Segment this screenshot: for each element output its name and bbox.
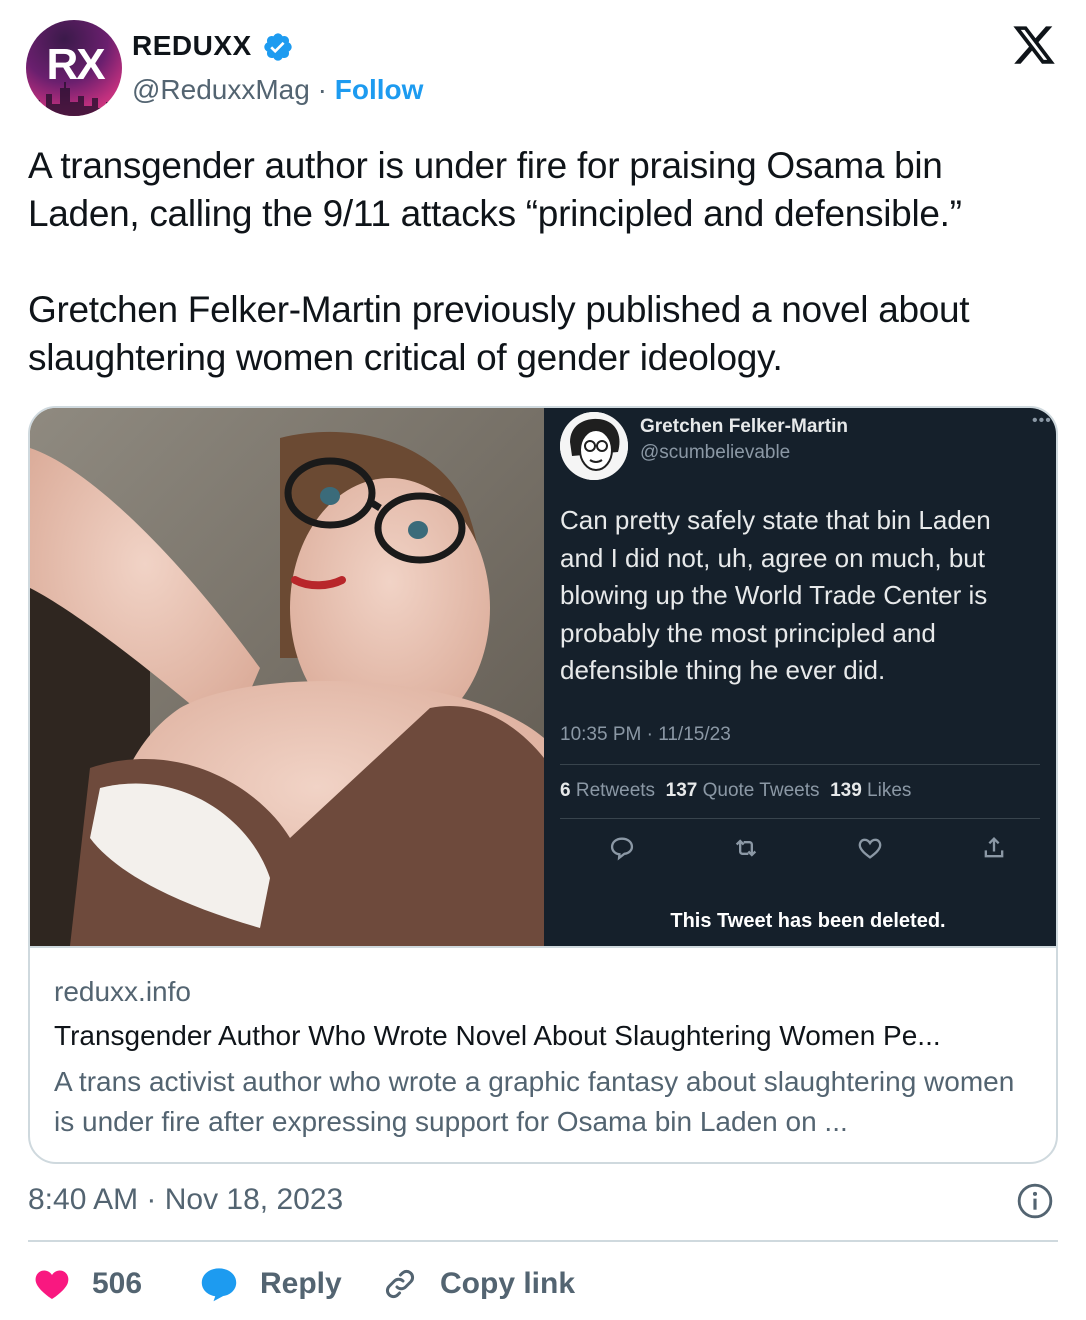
embedded-avatar-drawing	[560, 412, 628, 480]
embedded-author-handle: @scumbelievable	[640, 442, 791, 463]
author-photo	[30, 408, 544, 946]
like-button[interactable]: 506	[34, 1262, 142, 1306]
copy-link-label: Copy link	[440, 1267, 576, 1300]
embedded-tweet-screenshot: Gretchen Felker-Martin @scumbelievable •…	[544, 408, 1056, 946]
tweet-timestamp[interactable]: 8:40 AM · Nov 18, 2023	[28, 1183, 343, 1217]
embedded-avatar	[560, 412, 628, 480]
card-footer[interactable]: reduxx.info Transgender Author Who Wrote…	[30, 946, 1056, 1162]
more-options-icon: •••	[1032, 412, 1052, 429]
author-handle[interactable]: @ReduxxMag	[132, 74, 310, 105]
embedded-author-name: Gretchen Felker-Martin	[640, 416, 848, 437]
x-logo-icon[interactable]	[1010, 22, 1058, 68]
follow-button[interactable]: Follow	[335, 74, 424, 105]
link-icon	[386, 1270, 414, 1298]
quotes-count: 137	[665, 780, 698, 801]
embedded-like-icon	[858, 838, 882, 859]
embedded-tweet-text: Can pretty safely state that bin Laden a…	[560, 505, 991, 685]
reply-button[interactable]: Reply	[200, 1262, 342, 1306]
tweet-paragraph-1: A transgender author is under fire for p…	[28, 145, 962, 234]
embedded-divider-top	[560, 764, 1040, 765]
info-icon[interactable]	[1016, 1182, 1054, 1220]
embedded-retweet-icon	[735, 839, 757, 857]
deleted-notice: This Tweet has been deleted.	[670, 910, 946, 932]
card-description: A trans activist author who wrote a grap…	[54, 1066, 1015, 1137]
card-media: Gretchen Felker-Martin @scumbelievable •…	[30, 408, 1056, 946]
quotes-label: Quote Tweets	[702, 780, 820, 801]
author-avatar[interactable]: RX	[26, 20, 122, 116]
retweets-count: 6	[560, 780, 571, 801]
tweet-paragraph-2: Gretchen Felker-Martin previously publis…	[28, 289, 970, 378]
tweet-text: A transgender author is under fire for p…	[28, 142, 1058, 382]
heart-icon	[35, 1270, 69, 1299]
avatar-logo-text: RX	[46, 40, 105, 89]
embedded-share-icon	[984, 837, 1004, 858]
card-title[interactable]: Transgender Author Who Wrote Novel About…	[54, 1020, 1034, 1052]
reply-label: Reply	[260, 1267, 342, 1300]
link-preview-card[interactable]: Gretchen Felker-Martin @scumbelievable •…	[28, 406, 1058, 1164]
photo-illustration	[30, 408, 544, 946]
reply-bubble-icon	[201, 1268, 237, 1302]
author-handle-line: @ReduxxMag · Follow	[132, 74, 423, 106]
like-count: 506	[92, 1267, 143, 1300]
embedded-tweet-time: 10:35 PM · 11/15/23	[560, 724, 731, 745]
actions-divider	[28, 1240, 1058, 1242]
verified-badge-icon	[264, 33, 292, 61]
likes-label: Likes	[867, 780, 912, 801]
card-domain: reduxx.info	[54, 976, 191, 1007]
copy-link-button[interactable]: Copy link	[382, 1262, 575, 1306]
handle-separator: ·	[309, 74, 335, 105]
retweets-label: Retweets	[575, 780, 656, 801]
embedded-tweet-stats: 6 Retweets 137 Quote Tweets 139 Likes	[560, 780, 911, 802]
embedded-reply-icon	[610, 837, 634, 861]
likes-count: 139	[830, 780, 862, 801]
embedded-divider-bottom	[560, 818, 1040, 819]
author-name[interactable]: REDUXX	[132, 30, 252, 62]
